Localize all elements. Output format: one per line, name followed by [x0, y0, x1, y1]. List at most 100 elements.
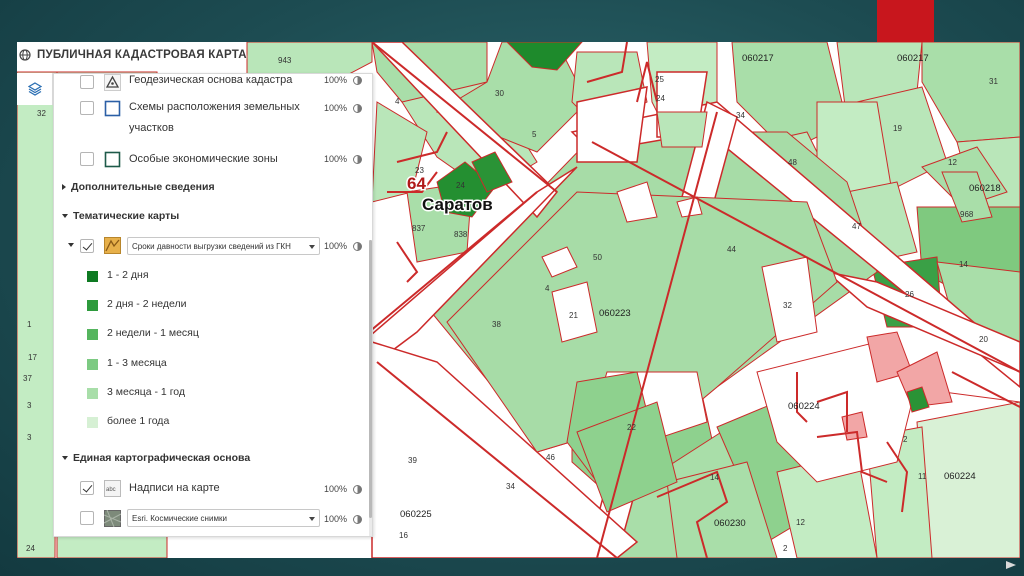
opacity-icon[interactable]: [353, 515, 362, 524]
layer-label: Геодезическая основа кадастра: [129, 74, 293, 86]
parcel-number: 14: [959, 260, 968, 269]
caret-down-icon[interactable]: [68, 243, 74, 247]
region-label: 64: [407, 174, 426, 193]
parcel-number: 968: [960, 210, 974, 219]
quarter-label: 060223: [599, 308, 631, 319]
app-header: ПУБЛИЧНАЯ КАДАСТРОВАЯ КАРТА: [17, 42, 347, 68]
parcel-number: 46: [546, 453, 555, 462]
opacity-icon[interactable]: [353, 155, 362, 164]
parcel-number: 26: [905, 290, 914, 299]
layer-label: Схемы расположения земельных участков: [129, 101, 300, 134]
parcel-number: 31: [989, 77, 998, 86]
legend-swatch: [87, 359, 98, 370]
layer-opacity-value: 100%: [324, 241, 348, 251]
parcel-number: 25: [655, 75, 664, 84]
parcel-number: 32: [37, 109, 46, 118]
city-label: Саратов: [422, 195, 493, 214]
thematic-layer-row[interactable]: Сроки давности выгрузки сведений из ГКН …: [54, 235, 372, 259]
layer-row-geodetic[interactable]: Геодезическая основа кадастра 100%: [54, 74, 372, 96]
legend-label: более 1 года: [107, 415, 170, 427]
parcel-number: 837: [412, 224, 426, 233]
satellite-imagery-icon: [104, 510, 121, 527]
parcel-number: 24: [26, 544, 35, 553]
parcel-number: 30: [495, 89, 504, 98]
parcel-number: 2: [783, 544, 788, 553]
scrollbar-thumb[interactable]: [369, 240, 372, 518]
layer-row-economic-zones[interactable]: Особые экономические зоны 100%: [54, 150, 372, 172]
layer-checkbox[interactable]: [80, 481, 94, 495]
chevron-down-icon: [309, 517, 315, 521]
parcel-number: 22: [627, 423, 636, 432]
parcel-number: 16: [399, 531, 408, 540]
parcel-number: 34: [506, 482, 515, 491]
thematic-map-icon: [104, 237, 121, 254]
parcel-number: 24: [456, 181, 465, 190]
parcel-number: 37: [23, 374, 32, 383]
parcel-number: 44: [727, 245, 736, 254]
opacity-icon[interactable]: [353, 104, 362, 113]
layer-opacity-value: 100%: [324, 514, 348, 524]
quarter-label: 060217: [897, 53, 929, 64]
caret-down-icon: [62, 214, 68, 218]
parcel-number: 11: [918, 472, 927, 481]
parcel-number: 34: [736, 111, 745, 120]
legend-swatch: [87, 388, 98, 399]
opacity-icon[interactable]: [353, 76, 362, 85]
slide-accent-bar: [877, 0, 934, 42]
thematic-layer-checkbox[interactable]: [80, 239, 94, 253]
layers-button[interactable]: [17, 73, 53, 105]
layers-icon: [27, 82, 42, 96]
parcel-number: 838: [454, 230, 468, 239]
chevron-down-icon: [309, 245, 315, 249]
thematic-layer-select[interactable]: Сроки давности выгрузки сведений из ГКН: [127, 237, 320, 255]
legend-swatch: [87, 417, 98, 428]
opacity-icon[interactable]: [353, 485, 362, 494]
next-slide-arrow-icon[interactable]: [1004, 560, 1018, 570]
legend-swatch: [87, 329, 98, 340]
parcel-number: 12: [796, 518, 805, 527]
layer-opacity-value: 100%: [324, 154, 348, 164]
triangle-survey-icon: [104, 74, 121, 91]
parcel-number: 50: [593, 253, 602, 262]
parcel-number: 5: [532, 130, 537, 139]
section-base[interactable]: Единая картографическая основа: [62, 452, 250, 464]
layer-label: Надписи на карте: [129, 482, 220, 494]
parcel-number: 3: [27, 401, 32, 410]
layer-opacity-value: 100%: [324, 75, 348, 85]
layer-checkbox[interactable]: [80, 511, 94, 525]
quarter-label: 060230: [714, 518, 746, 529]
caret-right-icon: [62, 184, 66, 190]
parcel-number: 14: [710, 473, 719, 482]
quarter-label: 060218: [969, 183, 1001, 194]
layer-checkbox[interactable]: [80, 75, 94, 89]
basemap-select[interactable]: Esri. Космические снимки: [127, 509, 320, 527]
quarter-label: 060224: [788, 401, 820, 412]
parcel-number: 21: [569, 311, 578, 320]
quarter-label: 060224: [944, 471, 976, 482]
base-layer-row-satellite[interactable]: Esri. Космические снимки 100%: [54, 507, 372, 531]
square-outline-green-icon: [104, 151, 121, 168]
layer-row-schemes[interactable]: Схемы расположения земельных участков 10…: [54, 98, 372, 140]
section-thematic[interactable]: Тематические карты: [62, 210, 179, 222]
layer-label: Особые экономические зоны: [129, 153, 278, 165]
parcel-number: 39: [408, 456, 417, 465]
legend-swatch: [87, 300, 98, 311]
svg-text:abc: abc: [106, 487, 116, 493]
parcel-number: 17: [28, 353, 37, 362]
parcel-number: 2: [903, 435, 908, 444]
parcel-number: 24: [656, 94, 665, 103]
map-labels-icon: abc: [104, 480, 121, 497]
parcel-number: 4: [545, 284, 550, 293]
layer-checkbox[interactable]: [80, 101, 94, 115]
parcel-number: 12: [948, 158, 957, 167]
app-title: ПУБЛИЧНАЯ КАДАСТРОВАЯ КАРТА: [37, 49, 247, 61]
base-layer-row-labels[interactable]: abc Надписи на карте 100%: [54, 477, 372, 501]
legend-label: 3 месяца - 1 год: [107, 386, 186, 398]
quarter-label: 060225: [400, 509, 432, 520]
legend-label: 2 дня - 2 недели: [107, 298, 187, 310]
section-additional[interactable]: Дополнительные сведения: [62, 181, 215, 193]
legend-label: 2 недели - 1 месяц: [107, 327, 199, 339]
globe-icon: [19, 49, 31, 61]
layer-checkbox[interactable]: [80, 152, 94, 166]
opacity-icon[interactable]: [353, 242, 362, 251]
